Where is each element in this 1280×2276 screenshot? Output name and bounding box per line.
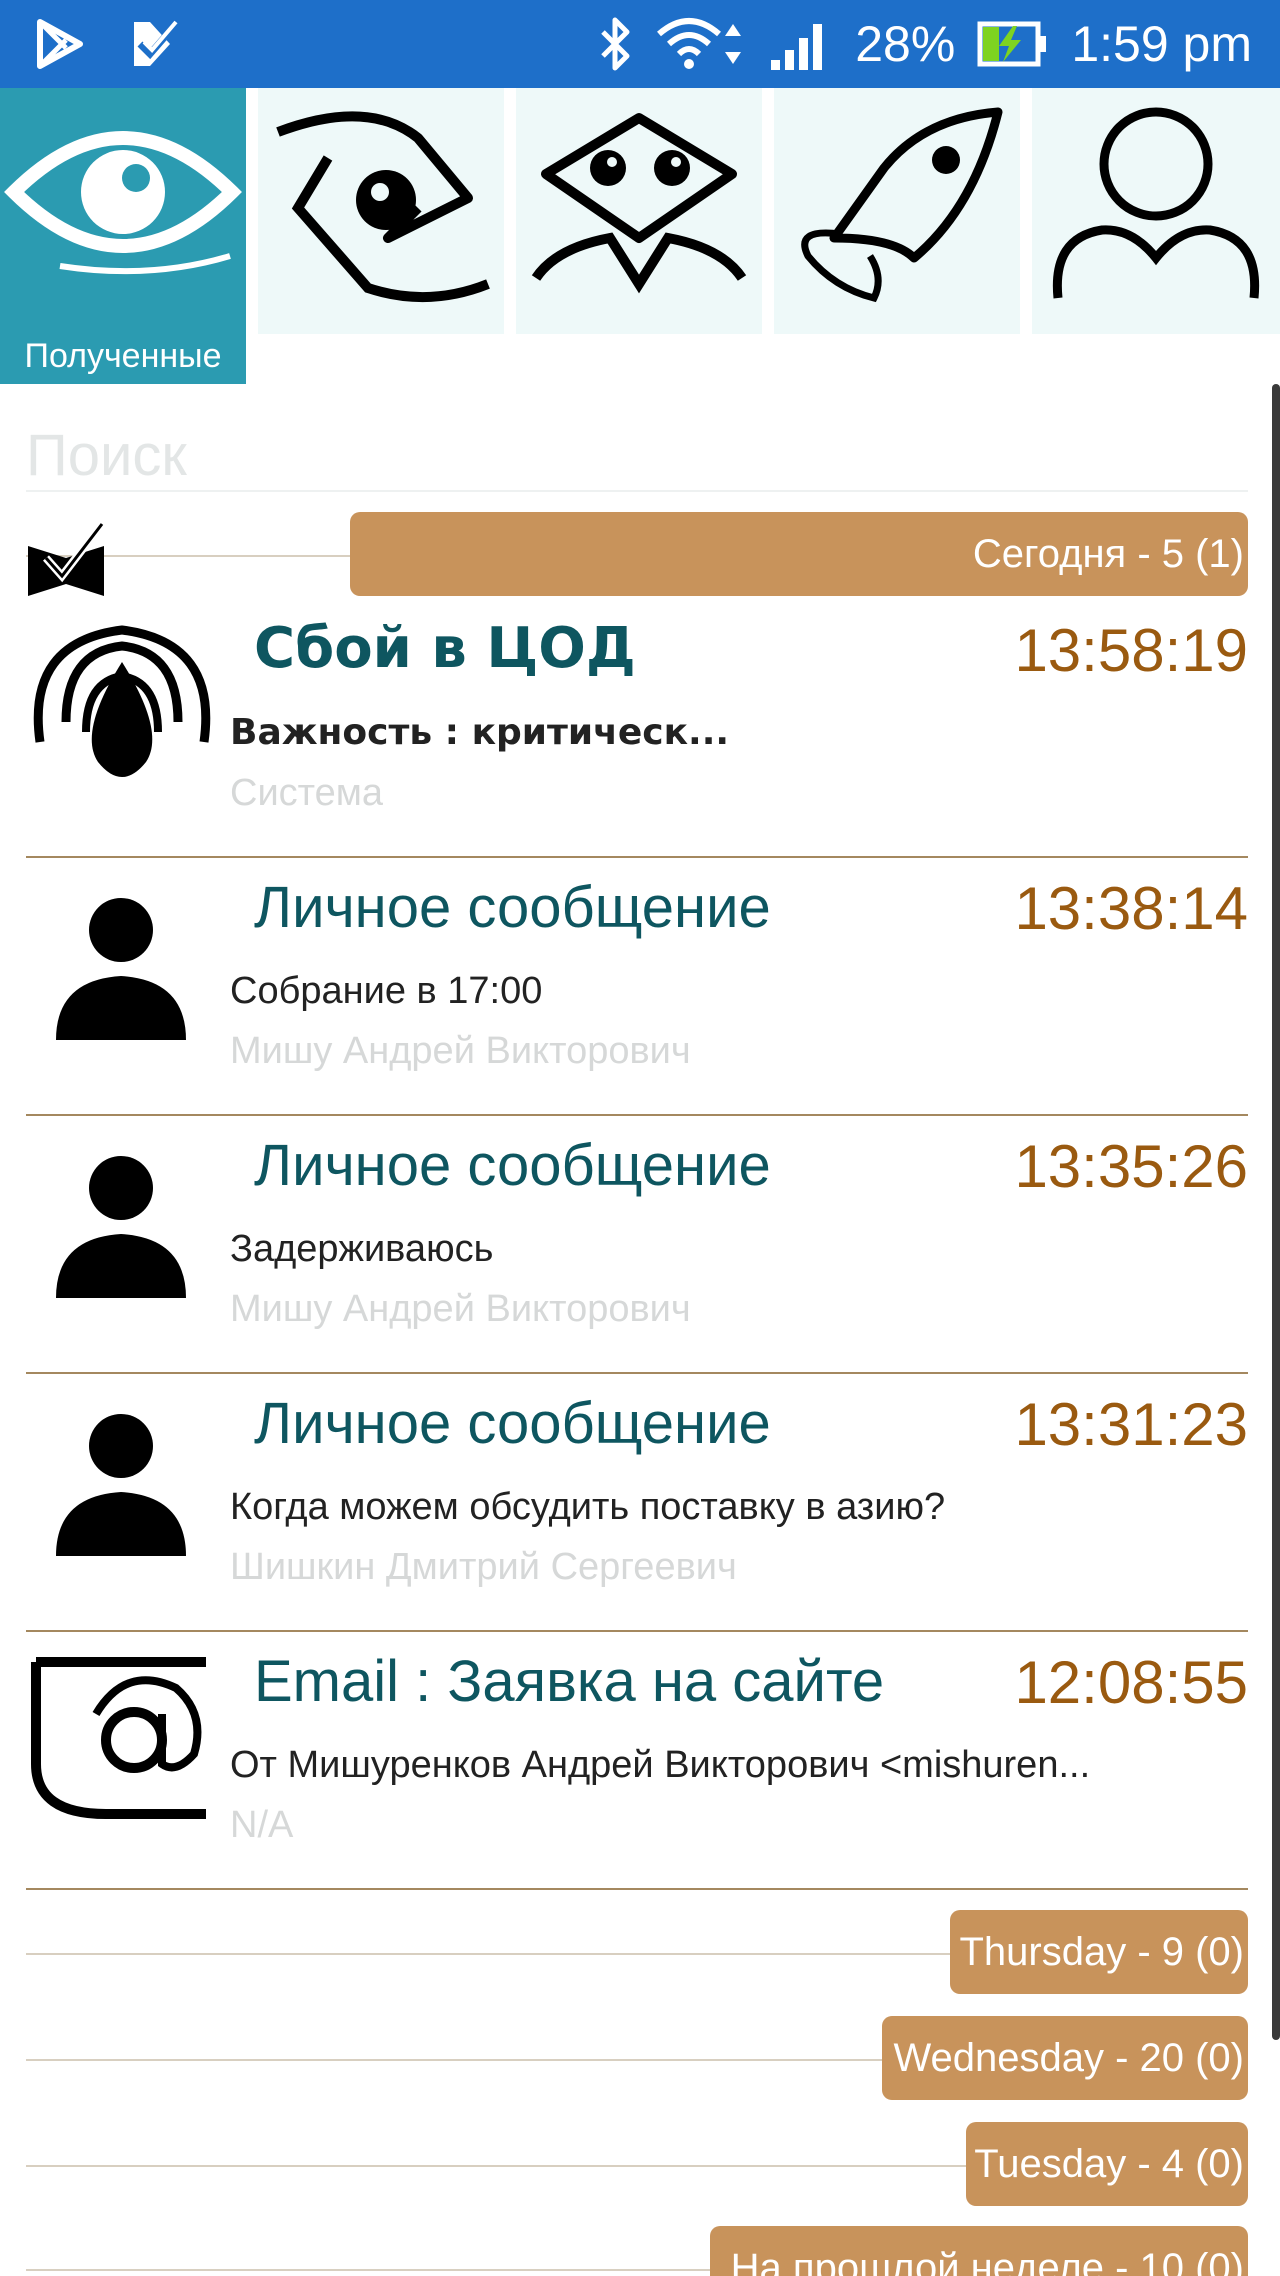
section-header-tuesday[interactable]: Tuesday - 4 (0)	[26, 2122, 1248, 2208]
section-header-thursday[interactable]: Thursday - 9 (0)	[26, 1910, 1248, 1996]
message-time: 13:31:23	[1014, 1391, 1248, 1458]
message-item[interactable]: Личное сообщение 13:31:23 Когда можем об…	[26, 1374, 1248, 1632]
search-box	[26, 420, 1248, 492]
message-title: Личное сообщение	[254, 1133, 771, 1198]
person-icon	[56, 898, 186, 1040]
message-sender: Система	[230, 772, 384, 814]
person-icon	[56, 1414, 186, 1556]
person-outline-icon	[1052, 107, 1260, 299]
message-item[interactable]: Личное сообщение 13:38:14 Собрание в 17:…	[26, 858, 1248, 1116]
wifi-icon	[657, 18, 742, 69]
section-header-wednesday[interactable]: Wednesday - 20 (0)	[26, 2016, 1248, 2102]
mark-all-read-icon[interactable]	[26, 518, 106, 598]
tab-label: Полученные	[24, 337, 222, 375]
fish-icon	[801, 107, 1003, 303]
tab-fish[interactable]	[774, 88, 1020, 334]
message-body: Собрание в 17:00	[230, 970, 543, 1012]
message-title: Сбой в ЦОД	[254, 616, 636, 681]
message-time: 13:38:14	[1014, 875, 1248, 942]
system-alert-icon	[33, 625, 211, 777]
section-pill-thursday[interactable]: Thursday - 9 (0)	[950, 1910, 1248, 1994]
message-body: Важность : критическ...	[230, 712, 730, 753]
message-sender: Мишу Андрей Викторович	[230, 1030, 691, 1072]
message-item[interactable]: Сбой в ЦОД 13:58:19 Важность : критическ…	[26, 600, 1248, 858]
signal-icon	[771, 24, 823, 70]
status-bar: 28% 1:59 pm	[0, 0, 1280, 88]
message-time: 13:35:26	[1014, 1133, 1248, 1200]
message-item[interactable]: Email : Заявка на сайте 12:08:55 От Мишу…	[26, 1632, 1248, 1890]
scrollbar[interactable]	[1272, 384, 1280, 2040]
message-sender: Мишу Андрей Викторович	[230, 1288, 691, 1330]
message-body: От Мишуренков Андрей Викторович <mishure…	[230, 1744, 1091, 1786]
tab-eye[interactable]	[258, 88, 504, 334]
tab-face[interactable]	[516, 88, 762, 334]
section-header-last-week[interactable]: На прошлой неделе - 10 (0)	[26, 2226, 1248, 2276]
message-title: Email : Заявка на сайте	[254, 1649, 885, 1714]
play-store-icon	[37, 19, 83, 69]
status-time: 1:59 pm	[1071, 16, 1252, 72]
section-pill-last-week[interactable]: На прошлой неделе - 10 (0)	[710, 2226, 1248, 2276]
bluetooth-icon	[601, 17, 630, 71]
message-body: Задерживаюсь	[230, 1228, 494, 1270]
email-icon	[31, 1657, 206, 1819]
message-time: 12:08:55	[1014, 1649, 1248, 1716]
section-pill-tuesday[interactable]: Tuesday - 4 (0)	[966, 2122, 1248, 2206]
tab-received[interactable]: Полученные	[0, 88, 246, 384]
message-title: Личное сообщение	[254, 1391, 771, 1456]
message-sender: Шишкин Дмитрий Сергеевич	[230, 1546, 737, 1588]
section-pill-today[interactable]: Сегодня - 5 (1)	[350, 512, 1248, 596]
message-sender: N/A	[230, 1804, 294, 1846]
category-tabs: Полученные	[0, 88, 1280, 384]
eye-side-icon	[276, 111, 490, 303]
search-input[interactable]	[26, 420, 1248, 490]
task-check-icon	[134, 20, 179, 66]
person-icon	[56, 1156, 186, 1298]
message-item[interactable]: Личное сообщение 13:35:26 Задерживаюсь М…	[26, 1116, 1248, 1374]
section-header-today[interactable]: Сегодня - 5 (1)	[26, 512, 1248, 598]
tab-person[interactable]	[1032, 88, 1280, 334]
battery-percent: 28%	[855, 16, 956, 72]
section-pill-wednesday[interactable]: Wednesday - 20 (0)	[882, 2016, 1248, 2100]
message-body: Когда можем обсудить поставку в азию?	[230, 1486, 946, 1528]
message-time: 13:58:19	[1014, 617, 1248, 684]
message-title: Личное сообщение	[254, 875, 771, 940]
face-icon	[531, 113, 747, 294]
battery-charging-icon	[977, 21, 1047, 67]
eye-icon	[4, 131, 242, 275]
